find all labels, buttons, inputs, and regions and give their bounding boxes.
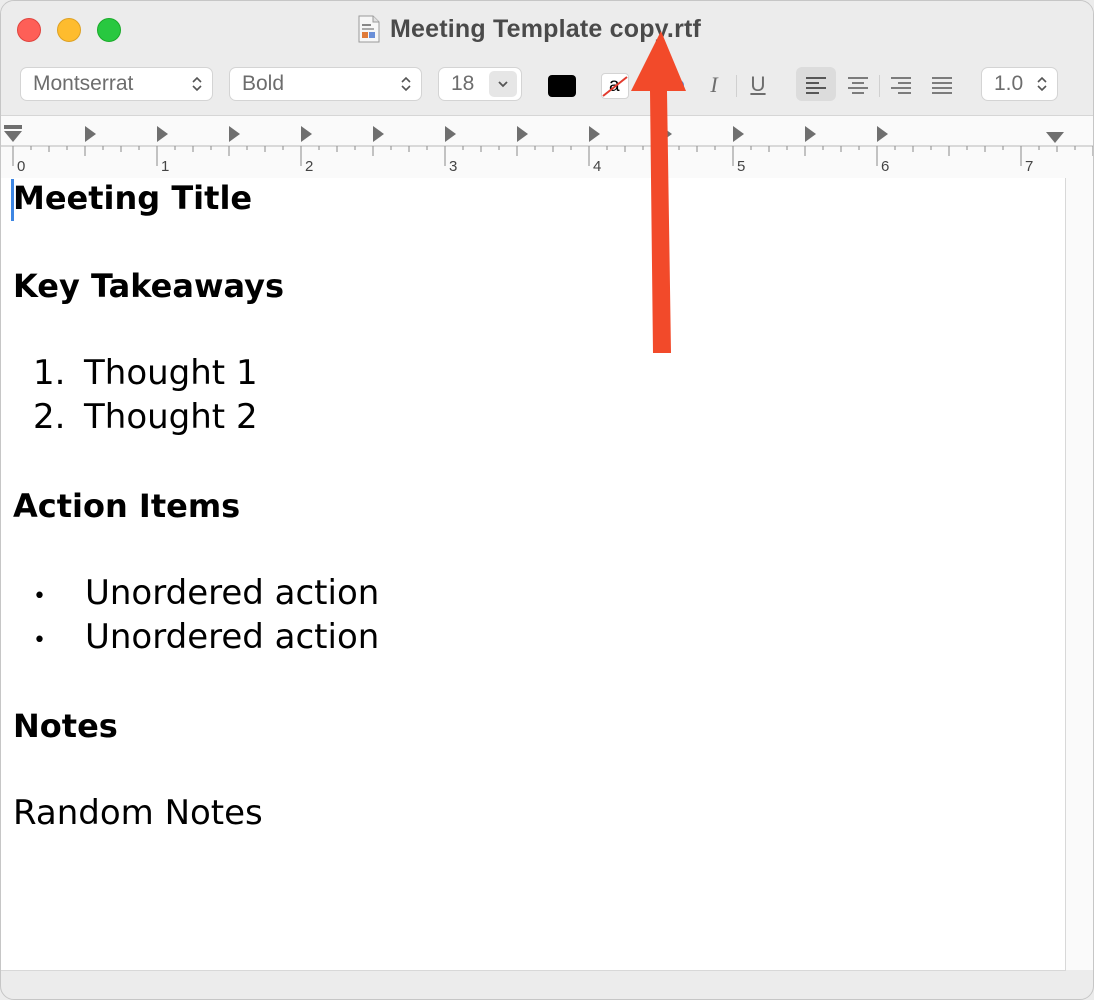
heading-action-items: Action Items (13, 487, 241, 525)
tab-stop-marker (877, 126, 888, 142)
ruler-label: 6 (881, 158, 889, 175)
line-spacing-value: 1.0 (994, 72, 1024, 95)
textedit-window: Meeting Template copy.rtf Montserrat Bol… (0, 0, 1094, 1000)
tab-stop-marker (445, 126, 456, 142)
align-left-icon[interactable] (796, 69, 836, 101)
bullet-marker: • (33, 584, 46, 609)
font-family-popup[interactable]: Montserrat (20, 67, 213, 101)
list-marker: 1. (33, 353, 66, 393)
tab-stop-marker (373, 126, 384, 142)
chevron-down-icon[interactable] (489, 71, 517, 97)
red-arrow-annotation (631, 31, 686, 353)
tab-stop-marker (517, 126, 528, 142)
font-size-combo[interactable]: 18 (438, 67, 522, 101)
ruler-label: 2 (305, 158, 313, 175)
bullet-marker: • (33, 628, 46, 653)
tab-stop-marker (301, 126, 312, 142)
text-color-swatch[interactable] (548, 75, 576, 97)
heading-notes: Notes (13, 707, 118, 745)
left-indent-marker (4, 131, 22, 142)
font-size-value: 18 (451, 72, 475, 95)
list-item: Thought 2 (84, 397, 258, 437)
rtf-document-icon[interactable] (358, 15, 380, 43)
ruler-label: 5 (737, 158, 745, 175)
list-item: Unordered action (85, 573, 380, 613)
up-down-chevron-icon (1037, 76, 1047, 92)
tab-stop-marker (733, 126, 744, 142)
ruler[interactable]: 01234567 (1, 115, 1093, 179)
underline-button[interactable]: U (745, 69, 771, 101)
ruler-label: 3 (449, 158, 457, 175)
right-margin-marker (1046, 132, 1064, 143)
tab-stop-marker (805, 126, 816, 142)
ruler-label: 7 (1025, 158, 1033, 175)
justify-icon[interactable] (925, 69, 959, 101)
format-toolbar: Montserrat Bold 18 a I U 1.0 (1, 57, 1093, 115)
list-item: Thought 1 (84, 353, 258, 393)
ruler-graphic: 01234567 (1, 125, 1093, 175)
toolbar-divider (736, 75, 737, 97)
heading-meeting-title: Meeting Title (13, 179, 253, 217)
font-style-popup[interactable]: Bold (229, 67, 422, 101)
vertical-scroll-track[interactable] (1066, 178, 1093, 970)
close-button[interactable] (17, 18, 41, 42)
tab-stop-marker (589, 126, 600, 142)
tab-stop-marker (229, 126, 240, 142)
align-right-icon[interactable] (884, 69, 918, 101)
tab-stop-marker (157, 126, 168, 142)
notes-body-text: Random Notes (13, 793, 263, 833)
ruler-label: 1 (161, 158, 169, 175)
list-marker: 2. (33, 397, 66, 437)
list-item: Unordered action (85, 617, 380, 657)
font-style-value: Bold (242, 72, 285, 95)
tab-stop-marker (85, 126, 96, 142)
up-down-chevron-icon (401, 76, 411, 92)
line-spacing-popup[interactable]: 1.0 (981, 67, 1058, 101)
first-line-indent-marker (4, 125, 22, 129)
font-family-value: Montserrat (33, 72, 134, 95)
toolbar-divider (879, 75, 880, 97)
align-center-icon[interactable] (841, 69, 875, 101)
zoom-button[interactable] (97, 18, 121, 42)
ruler-label: 0 (17, 158, 25, 175)
up-down-chevron-icon (192, 76, 202, 92)
heading-key-takeaways: Key Takeaways (13, 267, 285, 305)
minimize-button[interactable] (57, 18, 81, 42)
title-bar[interactable]: Meeting Template copy.rtf (1, 1, 1093, 57)
